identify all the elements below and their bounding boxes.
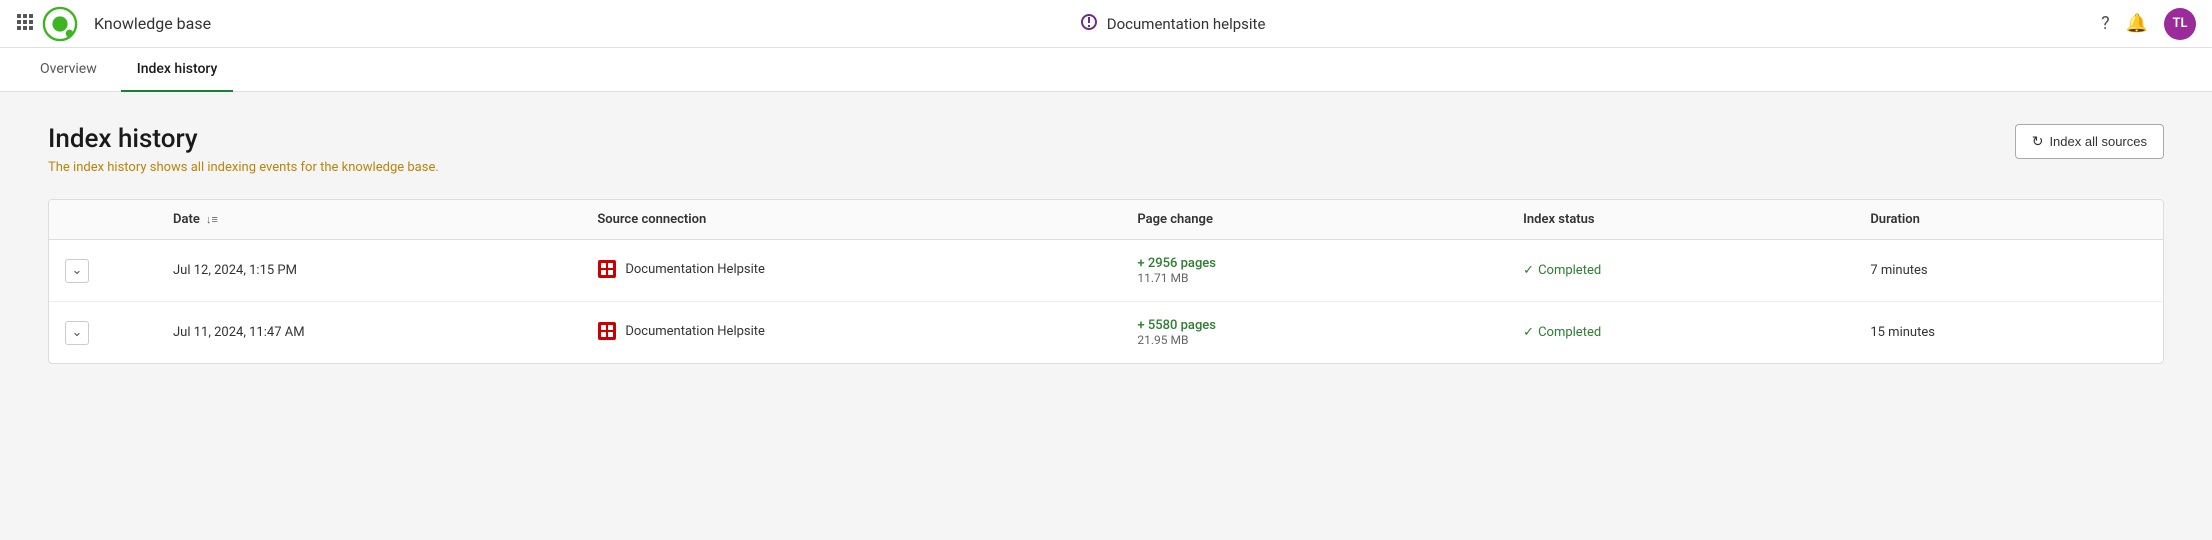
- page-title: Index history: [48, 124, 439, 154]
- page-header: Index history The index history shows al…: [48, 124, 2164, 175]
- th-page-change: Page change: [1121, 200, 1507, 240]
- th-expand: [49, 200, 157, 240]
- tab-overview[interactable]: Overview: [24, 48, 113, 92]
- help-icon[interactable]: ?: [2101, 13, 2110, 34]
- page-change-cell-0: + 2956 pages 11.71 MB: [1121, 240, 1507, 302]
- grid-icon[interactable]: [16, 13, 34, 35]
- sort-icon[interactable]: ↓≡: [206, 213, 218, 226]
- status-cell-0: ✓ Completed: [1507, 240, 1854, 302]
- th-date: Date ↓≡: [157, 200, 581, 240]
- user-avatar[interactable]: TL: [2164, 8, 2196, 40]
- tab-index-history[interactable]: Index history: [121, 48, 234, 92]
- th-duration: Duration: [1854, 200, 2163, 240]
- index-history-table: Date ↓≡ Source connection Page change In…: [48, 199, 2164, 364]
- status-cell-1: ✓ Completed: [1507, 302, 1854, 364]
- date-cell-0: Jul 12, 2024, 1:15 PM: [157, 240, 581, 302]
- source-icon-wrapper-0: Documentation Helpsite: [597, 259, 765, 279]
- nav-center: Documentation helpsite: [1079, 12, 1266, 36]
- refresh-icon: ↻: [2032, 133, 2044, 150]
- page-subtitle: The index history shows all indexing eve…: [48, 160, 439, 175]
- page-change-label-1: + 5580 pages: [1137, 318, 1491, 333]
- checkmark-icon-1: ✓: [1523, 325, 1534, 340]
- expand-chevron-0[interactable]: ⌄: [65, 259, 89, 283]
- page-change-cell-1: + 5580 pages 21.95 MB: [1121, 302, 1507, 364]
- table-row: ⌄ Jul 12, 2024, 1:15 PM: [49, 240, 2163, 302]
- checkmark-icon-0: ✓: [1523, 263, 1534, 278]
- index-all-sources-button[interactable]: ↻ Index all sources: [2015, 124, 2164, 159]
- source-cell-0: Documentation Helpsite: [581, 240, 1121, 302]
- duration-cell-0: 7 minutes: [1854, 240, 2163, 302]
- status-completed-1: ✓ Completed: [1523, 325, 1838, 340]
- page-header-left: Index history The index history shows al…: [48, 124, 439, 175]
- expand-chevron-1[interactable]: ⌄: [65, 321, 89, 345]
- source-logo-icon-1: [597, 321, 617, 341]
- th-status: Index status: [1507, 200, 1854, 240]
- app-title: Knowledge base: [94, 14, 211, 33]
- page-size-1: 21.95 MB: [1137, 333, 1491, 347]
- expand-cell-0: ⌄: [49, 240, 157, 302]
- qlik-logo: [42, 6, 78, 42]
- top-nav: Knowledge base Documentation helpsite ? …: [0, 0, 2212, 48]
- source-cell-1: Documentation Helpsite: [581, 302, 1121, 364]
- source-icon-wrapper-1: Documentation Helpsite: [597, 321, 765, 341]
- sub-nav: Overview Index history: [0, 48, 2212, 92]
- helpsite-icon: [1079, 12, 1099, 36]
- nav-right: ? 🔔 TL: [2101, 8, 2196, 40]
- expand-cell-1: ⌄: [49, 302, 157, 364]
- page-size-0: 11.71 MB: [1137, 271, 1491, 285]
- table-row: ⌄ Jul 11, 2024, 11:47 AM: [49, 302, 2163, 364]
- main-content: Index history The index history shows al…: [0, 92, 2212, 540]
- th-source: Source connection: [581, 200, 1121, 240]
- status-completed-0: ✓ Completed: [1523, 263, 1838, 278]
- date-cell-1: Jul 11, 2024, 11:47 AM: [157, 302, 581, 364]
- source-logo-icon-0: [597, 259, 617, 279]
- bell-icon[interactable]: 🔔: [2126, 13, 2148, 34]
- helpsite-label: Documentation helpsite: [1107, 15, 1266, 33]
- table-header-row: Date ↓≡ Source connection Page change In…: [49, 200, 2163, 240]
- page-change-label-0: + 2956 pages: [1137, 256, 1491, 271]
- duration-cell-1: 15 minutes: [1854, 302, 2163, 364]
